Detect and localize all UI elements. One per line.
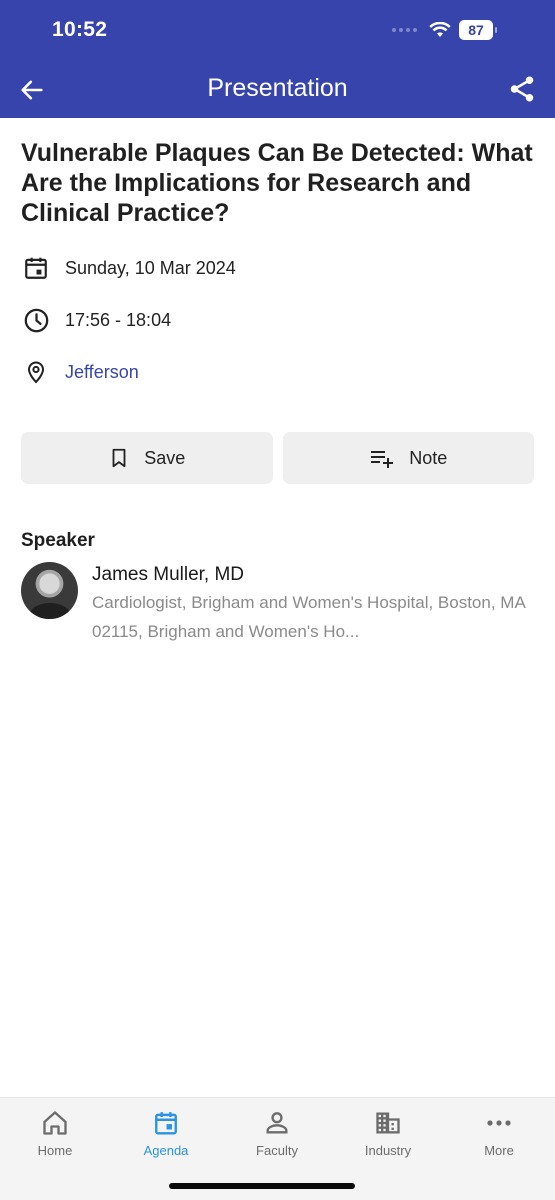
tab-label: Industry xyxy=(364,1143,412,1158)
speaker-heading: Speaker xyxy=(21,530,95,551)
tab-more[interactable]: More xyxy=(449,1108,549,1158)
clock-icon xyxy=(21,305,51,335)
home-indicator[interactable] xyxy=(169,1183,355,1189)
bookmark-icon xyxy=(112,448,126,468)
playlist-add-icon xyxy=(371,451,394,468)
save-label: Save xyxy=(144,447,186,468)
info-list: Sunday, 10 Mar 2024 17:56 - 18:04 Jeffer… xyxy=(21,242,534,398)
speaker-avatar xyxy=(21,562,78,619)
tab-industry[interactable]: Industry xyxy=(338,1108,438,1158)
save-button[interactable]: Save xyxy=(21,432,273,484)
location-pin-icon xyxy=(21,357,51,387)
wifi-icon xyxy=(429,22,451,37)
note-button[interactable]: Note xyxy=(282,432,534,484)
speaker-name: James Muller, MD xyxy=(92,564,245,585)
signal-icon xyxy=(392,28,417,32)
speaker-info: James Muller, MD Cardiologist, Brigham a… xyxy=(92,562,534,646)
tab-faculty[interactable]: Faculty xyxy=(227,1108,327,1158)
speaker-item[interactable]: James Muller, MD Cardiologist, Brigham a… xyxy=(21,562,534,646)
note-label: Note xyxy=(409,447,448,468)
action-buttons: Save Note xyxy=(21,432,534,484)
presentation-details: Vulnerable Plaques Can Be Detected: What… xyxy=(21,138,534,646)
date-row: Sunday, 10 Mar 2024 xyxy=(21,242,534,294)
tab-label: More xyxy=(484,1143,514,1158)
time-row: 17:56 - 18:04 xyxy=(21,294,534,346)
date-text: Sunday, 10 Mar 2024 xyxy=(65,257,236,278)
tab-home[interactable]: Home xyxy=(5,1108,105,1158)
calendar-icon xyxy=(21,253,51,283)
home-icon xyxy=(43,1111,67,1135)
share-button[interactable] xyxy=(507,74,537,104)
status-time: 10:52 xyxy=(52,18,108,41)
speaker-description: Cardiologist, Brigham and Women's Hospit… xyxy=(92,593,525,641)
battery-indicator: 87 xyxy=(459,20,497,40)
app-header: 10:52 87 Presentation xyxy=(0,0,555,118)
tab-agenda[interactable]: Agenda xyxy=(116,1108,216,1158)
presentation-title: Vulnerable Plaques Can Be Detected: What… xyxy=(21,139,533,227)
location-row[interactable]: Jefferson xyxy=(21,346,534,398)
time-text: 17:56 - 18:04 xyxy=(65,309,172,330)
person-icon xyxy=(266,1112,288,1134)
tab-label: Home xyxy=(37,1143,73,1158)
location-link[interactable]: Jefferson xyxy=(65,362,139,383)
tab-label: Agenda xyxy=(143,1143,189,1158)
page-title: Presentation xyxy=(207,74,348,102)
calendar-icon xyxy=(155,1112,177,1135)
building-icon xyxy=(376,1112,400,1134)
tab-label: Faculty xyxy=(256,1143,298,1158)
more-icon xyxy=(487,1120,511,1126)
share-icon xyxy=(510,76,534,102)
status-icons: 87 xyxy=(392,20,497,40)
